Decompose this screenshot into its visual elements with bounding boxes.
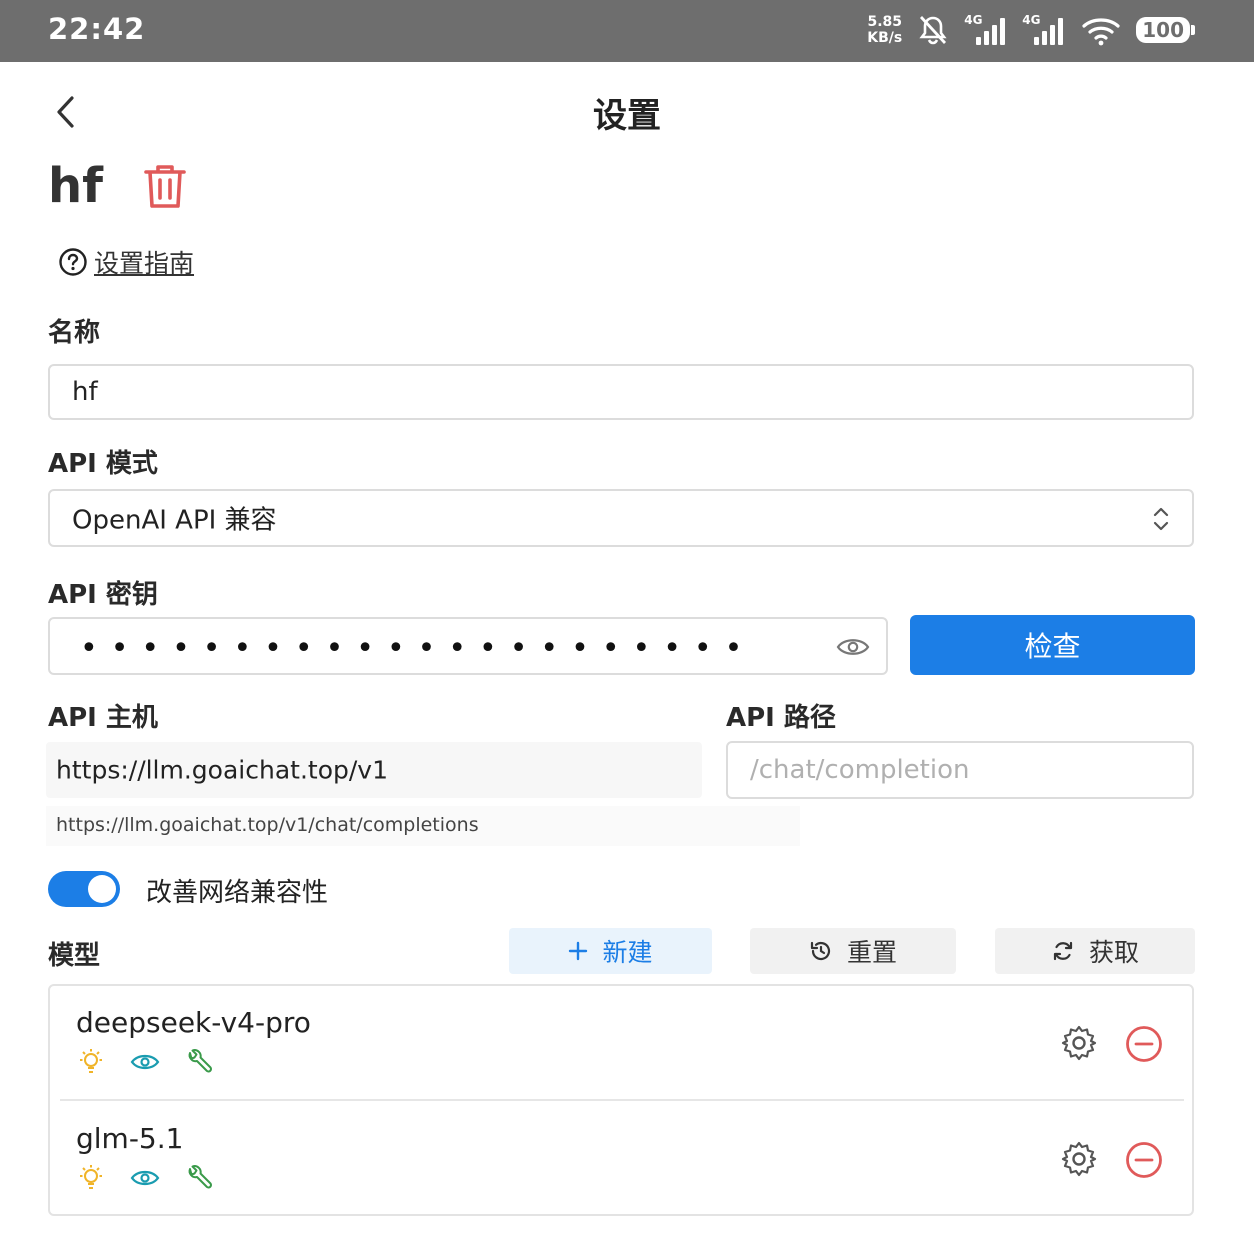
fetch-models-button[interactable]: 获取: [995, 928, 1195, 974]
api-key-field[interactable]: ••••••••••••••••••••••: [48, 617, 888, 675]
tool-wrench-icon: [188, 1165, 212, 1189]
delete-profile-button[interactable]: [142, 162, 188, 210]
reset-models-button[interactable]: 重置: [750, 928, 956, 974]
model-name: glm-5.1: [76, 1122, 184, 1155]
check-api-key-button[interactable]: 检查: [910, 615, 1195, 675]
api-mode-select[interactable]: OpenAI API 兼容: [48, 489, 1194, 547]
model-list-item[interactable]: deepseek-v4-pro: [50, 986, 1192, 1102]
api-path-label: API 路径: [726, 703, 836, 733]
network-compat-toggle[interactable]: [48, 871, 120, 907]
models-label: 模型: [48, 941, 101, 971]
status-bar: 22:42 5.85 KB/s 4G 4G 100: [0, 0, 1254, 62]
network-type-1: 4G: [964, 13, 983, 27]
trash-icon: [144, 165, 186, 208]
network-speed-unit: KB/s: [867, 30, 903, 46]
api-mode-label: API 模式: [48, 449, 158, 479]
gear-icon[interactable]: [1060, 1140, 1098, 1178]
vision-eye-icon: [130, 1054, 160, 1070]
setup-guide-link[interactable]: 设置指南: [58, 244, 194, 280]
toggle-knob: [88, 875, 116, 903]
network-type-2: 4G: [1022, 13, 1041, 27]
page-title: 设置: [593, 96, 661, 136]
new-model-button[interactable]: 新建: [509, 928, 712, 974]
wifi-icon: [1080, 14, 1122, 46]
mute-bell-icon: [916, 13, 950, 47]
battery-icon: 100: [1136, 17, 1195, 43]
gear-icon[interactable]: [1060, 1024, 1098, 1062]
name-field[interactable]: hf: [48, 364, 1194, 420]
minus-circle-icon[interactable]: [1124, 1140, 1164, 1180]
model-capabilities: [76, 1164, 214, 1192]
status-time: 22:42: [48, 12, 146, 46]
status-icons: 5.85 KB/s 4G 4G 100: [867, 10, 1195, 50]
plus-icon: [569, 941, 588, 961]
network-speed: 5.85 KB/s: [867, 14, 902, 46]
tool-wrench-icon: [188, 1049, 212, 1073]
model-name: deepseek-v4-pro: [76, 1006, 311, 1039]
reasoning-bulb-icon: [80, 1165, 102, 1189]
profile-name: hf: [48, 158, 104, 214]
setup-guide-label: 设置指南: [94, 249, 195, 278]
history-reset-icon: [810, 941, 831, 961]
network-speed-value: 5.85: [867, 14, 903, 30]
api-host-value: https://llm.goaichat.top/v1: [56, 755, 388, 785]
name-value: hf: [72, 377, 98, 407]
chevron-up-down-icon: [1153, 507, 1169, 531]
api-host-field[interactable]: https://llm.goaichat.top/v1: [46, 742, 702, 798]
refresh-icon: [1053, 941, 1073, 961]
minus-circle-icon[interactable]: [1124, 1024, 1164, 1064]
model-list-item[interactable]: glm-5.1: [50, 1102, 1192, 1218]
signal-icon: 4G: [1022, 13, 1066, 47]
model-capabilities: [76, 1048, 214, 1076]
api-key-masked-value: ••••••••••••••••••••••: [80, 631, 756, 666]
api-host-label: API 主机: [48, 703, 158, 733]
row-divider: [60, 1099, 1184, 1101]
model-list: deepseek-v4-pro glm-5.1: [48, 984, 1194, 1216]
name-label: 名称: [48, 318, 101, 348]
reasoning-bulb-icon: [80, 1049, 102, 1073]
api-key-label: API 密钥: [48, 580, 158, 610]
api-host-full-url-hint: https://llm.goaichat.top/v1/chat/complet…: [46, 806, 800, 846]
eye-icon[interactable]: [836, 635, 870, 659]
api-path-field[interactable]: /chat/completion: [726, 741, 1194, 799]
fetch-models-label: 获取: [1088, 938, 1139, 967]
reset-models-label: 重置: [846, 938, 897, 967]
signal-icon: 4G: [964, 13, 1008, 47]
question-circle-icon: [59, 248, 87, 276]
api-path-placeholder: /chat/completion: [750, 755, 970, 785]
network-compat-label: 改善网络兼容性: [146, 878, 329, 908]
api-mode-value: OpenAI API 兼容: [72, 505, 277, 536]
new-model-label: 新建: [602, 938, 653, 967]
vision-eye-icon: [130, 1170, 160, 1186]
